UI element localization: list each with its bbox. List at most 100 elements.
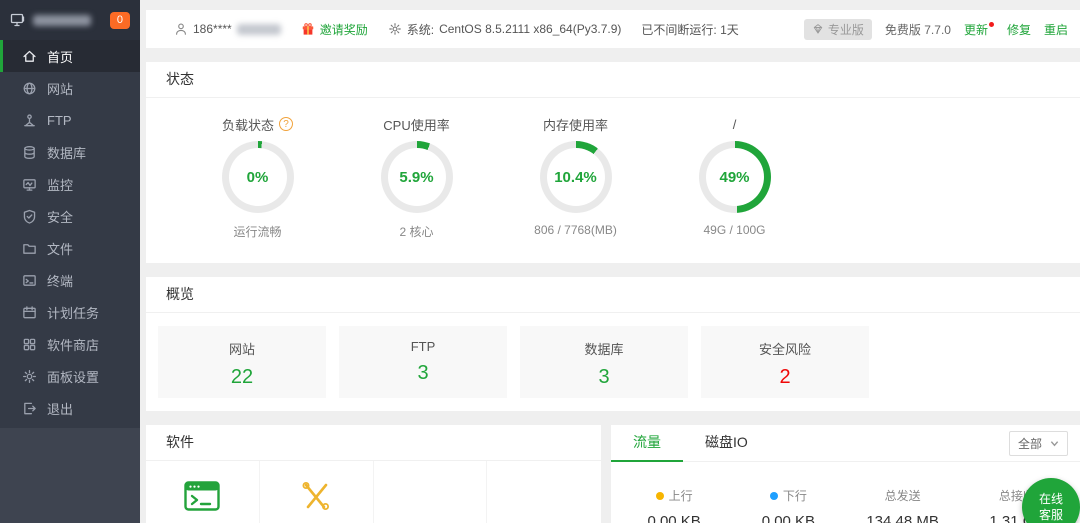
database-icon <box>22 145 37 160</box>
software-panel-title: 软件 <box>146 425 601 461</box>
status-panel-title: 状态 <box>146 62 1080 98</box>
disk-gauge: / 49% 49G / 100G <box>655 111 814 240</box>
home-icon <box>22 49 37 64</box>
gauge-caption: 2 核心 <box>337 223 496 240</box>
sidebar-item-label: 退出 <box>47 399 73 418</box>
diamond-icon <box>812 23 824 35</box>
user-icon <box>174 22 188 36</box>
pro-version-badge[interactable]: 专业版 <box>804 19 872 40</box>
app-root: 0 首页 网站 FTP 数据库 监控 <box>0 0 1080 523</box>
calendar-icon <box>22 305 37 320</box>
logout-icon <box>22 401 37 416</box>
grid-icon <box>22 337 37 352</box>
system-info: 系统: CentOS 8.5.2111 x86_64(Py3.7.9) <box>388 21 622 38</box>
overview-card-security-risk[interactable]: 安全风险 2 <box>701 326 869 398</box>
invite-reward[interactable]: 邀请奖励 <box>301 21 368 38</box>
sidebar-item-label: 数据库 <box>47 143 86 162</box>
pro-badge-label: 专业版 <box>828 21 864 38</box>
gear-icon <box>388 22 402 36</box>
status-panel: 状态 负载状态? 0% 运行流畅 CPU使用率 5.9% 2 核心 内存使用率 … <box>146 62 1080 263</box>
monitor-logo-icon <box>10 12 26 28</box>
invite-label: 邀请奖励 <box>320 21 368 38</box>
gauge-ring: 49% <box>699 141 771 213</box>
monitor-icon <box>22 177 37 192</box>
user-account[interactable]: 186**** <box>174 22 281 36</box>
sidebar-item-home[interactable]: 首页 <box>0 40 140 72</box>
sidebar-item-label: 计划任务 <box>47 303 99 322</box>
gift-icon <box>301 22 315 36</box>
overview-card-database[interactable]: 数据库 3 <box>520 326 688 398</box>
stat-upstream: 上行 0.00 KB <box>617 487 731 523</box>
gauge-ring: 0% <box>222 141 294 213</box>
sidebar-item-monitor[interactable]: 监控 <box>0 168 140 200</box>
sidebar-item-label: 监控 <box>47 175 73 194</box>
stat-total-sent: 总发送 134.48 MB <box>846 487 960 523</box>
sidebar-item-label: 软件商店 <box>47 335 99 354</box>
overview-panel: 概览 网站 22 FTP 3 数据库 3 安全风险 2 <box>146 277 1080 411</box>
software-panel: 软件 宝塔SSH终端 1.0▶ <box>146 425 601 523</box>
traffic-tabs: 流量 磁盘IO 全部 <box>611 425 1080 462</box>
gauge-caption: 49G / 100G <box>655 223 814 237</box>
sidebar-menu: 首页 网站 FTP 数据库 监控 安全 <box>0 40 140 428</box>
overview-card-website[interactable]: 网站 22 <box>158 326 326 398</box>
tab-disk-io[interactable]: 磁盘IO <box>683 425 770 462</box>
sidebar-item-logout[interactable]: 退出 <box>0 392 140 424</box>
gauge-caption: 806 / 7768(MB) <box>496 223 655 237</box>
username-blurred <box>237 24 281 35</box>
cpu-gauge: CPU使用率 5.9% 2 核心 <box>337 111 496 240</box>
memory-gauge: 内存使用率 10.4% 806 / 7768(MB) <box>496 111 655 240</box>
main-area: 186**** 邀请奖励 系统: CentOS 8.5.2111 x86_64(… <box>140 0 1080 523</box>
sidebar-item-ftp[interactable]: FTP <box>0 104 140 136</box>
system-label: 系统: <box>407 21 434 38</box>
user-prefix: 186**** <box>193 22 232 36</box>
sidebar-item-cron[interactable]: 计划任务 <box>0 296 140 328</box>
overview-card-ftp[interactable]: FTP 3 <box>339 326 507 398</box>
gauge-label: CPU使用率 <box>383 115 449 134</box>
stat-downstream: 下行 0.00 KB <box>731 487 845 523</box>
ssh-terminal-icon <box>184 481 220 511</box>
server-name-blurred <box>33 15 91 26</box>
traffic-panel: 流量 磁盘IO 全部 上行 0.00 KB 下行 0.00 KB <box>611 425 1080 523</box>
sidebar-item-terminal[interactable]: 终端 <box>0 264 140 296</box>
downstream-dot-icon <box>770 492 778 500</box>
sidebar-item-label: 文件 <box>47 239 73 258</box>
software-empty-slot <box>374 461 488 523</box>
repair-link[interactable]: 修复 <box>1007 21 1031 38</box>
software-item-ssh-terminal[interactable]: 宝塔SSH终端 1.0▶ <box>146 461 260 523</box>
sidebar-item-settings[interactable]: 面板设置 <box>0 360 140 392</box>
ftp-icon <box>22 113 37 128</box>
gauge-label: 内存使用率 <box>543 115 608 134</box>
gear-icon <box>22 369 37 384</box>
toolbox-icon <box>298 481 334 511</box>
sidebar-item-label: 终端 <box>47 271 73 290</box>
gauge-label: 负载状态 <box>222 115 274 134</box>
update-link[interactable]: 更新 <box>964 21 994 38</box>
system-value: CentOS 8.5.2111 x86_64(Py3.7.9) <box>439 22 621 36</box>
sidebar-item-label: 安全 <box>47 207 73 226</box>
filter-value: 全部 <box>1018 435 1042 452</box>
gauge-ring: 10.4% <box>540 141 612 213</box>
sidebar-item-appstore[interactable]: 软件商店 <box>0 328 140 360</box>
overview-panel-title: 概览 <box>146 277 1080 313</box>
topbar: 186**** 邀请奖励 系统: CentOS 8.5.2111 x86_64(… <box>146 10 1080 48</box>
software-empty-slot <box>487 461 601 523</box>
gauge-label: / <box>733 117 737 132</box>
sidebar-item-label: 面板设置 <box>47 367 99 386</box>
software-item-linux-toolbox[interactable]: Linux工具箱 1.4▶ <box>260 461 374 523</box>
sidebar-item-website[interactable]: 网站 <box>0 72 140 104</box>
tab-traffic[interactable]: 流量 <box>611 425 683 462</box>
restart-link[interactable]: 重启 <box>1044 21 1068 38</box>
sidebar-item-label: 首页 <box>47 47 73 66</box>
sidebar-item-security[interactable]: 安全 <box>0 200 140 232</box>
traffic-filter-select[interactable]: 全部 <box>1009 431 1068 456</box>
chevron-down-icon <box>1050 439 1059 448</box>
sidebar-item-database[interactable]: 数据库 <box>0 136 140 168</box>
gauge-caption: 运行流畅 <box>178 223 337 240</box>
traffic-stats: 上行 0.00 KB 下行 0.00 KB 总发送 134.48 MB 总接收 … <box>611 462 1080 523</box>
folder-icon <box>22 241 37 256</box>
help-icon[interactable]: ? <box>279 117 293 131</box>
sidebar-item-label: 网站 <box>47 79 73 98</box>
uptime: 已不间断运行: 1天 <box>641 21 738 38</box>
message-count-badge[interactable]: 0 <box>110 12 130 29</box>
sidebar-item-files[interactable]: 文件 <box>0 232 140 264</box>
